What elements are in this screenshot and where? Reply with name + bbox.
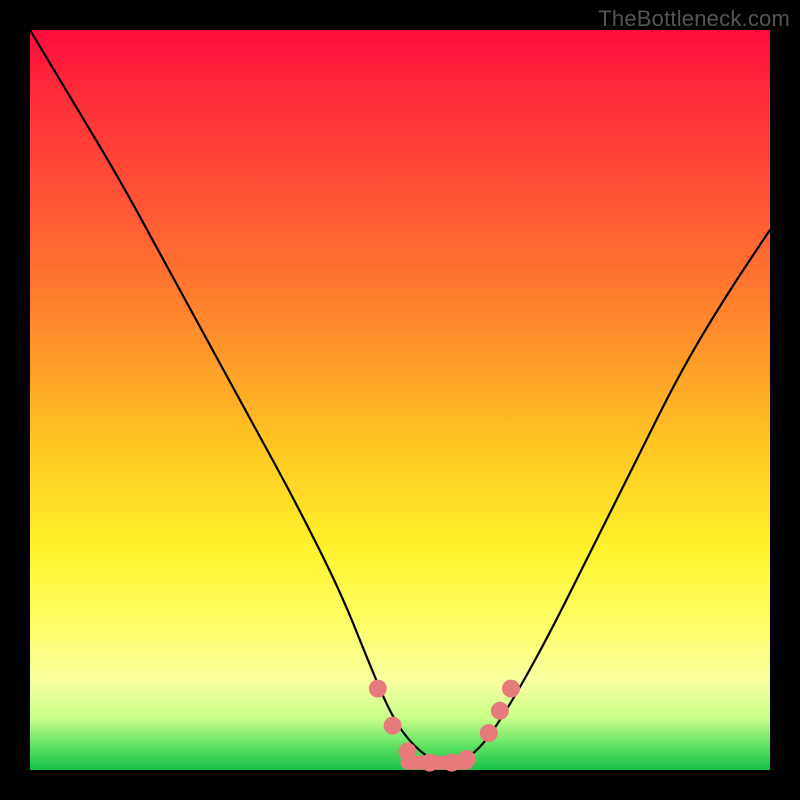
curve-marker xyxy=(491,702,509,720)
curve-marker xyxy=(458,750,476,768)
watermark-text: TheBottleneck.com xyxy=(598,6,790,32)
curve-marker xyxy=(421,754,439,772)
curve-marker xyxy=(398,743,416,761)
curve-marker xyxy=(502,680,520,698)
curve-marker xyxy=(480,724,498,742)
curve-marker xyxy=(384,717,402,735)
bottleneck-curve xyxy=(30,30,770,763)
curve-svg xyxy=(30,30,770,770)
chart-frame: TheBottleneck.com xyxy=(0,0,800,800)
curve-marker xyxy=(369,680,387,698)
